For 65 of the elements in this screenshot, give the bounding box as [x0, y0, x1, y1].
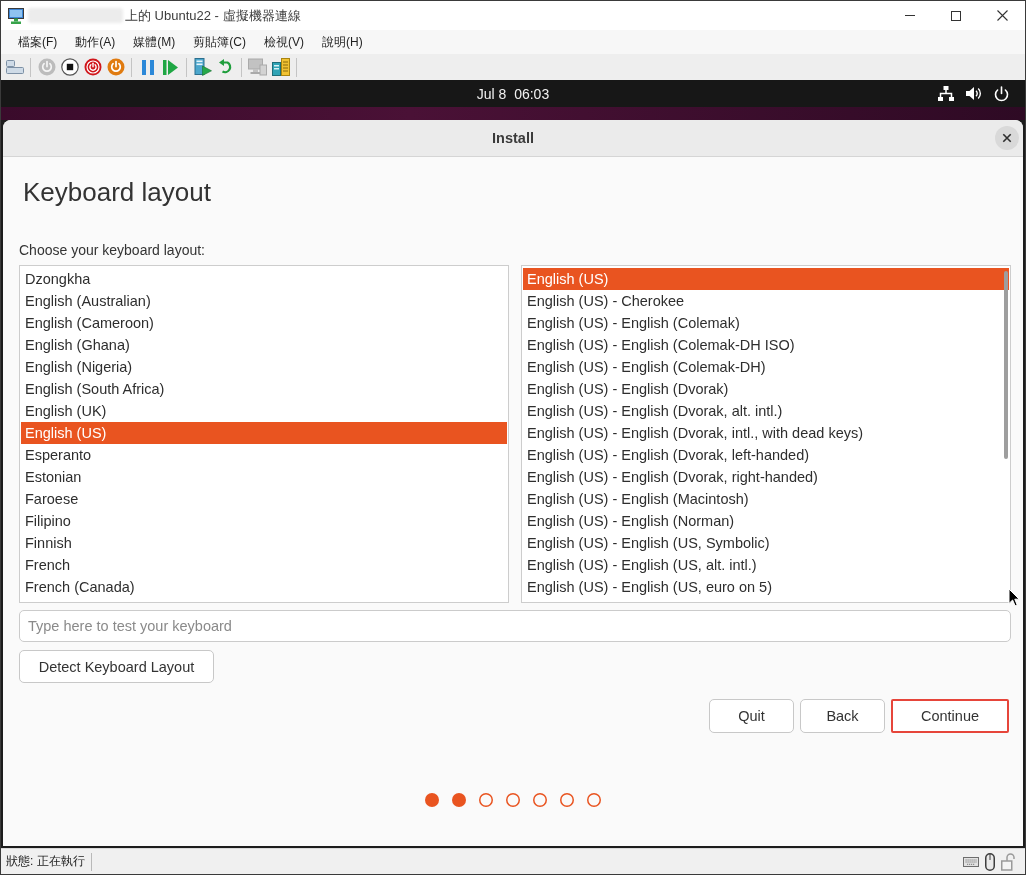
list-item[interactable]: Dzongkha: [21, 268, 507, 290]
menu-item[interactable]: 剪貼簿(C): [184, 33, 255, 51]
play-icon[interactable]: [163, 59, 178, 75]
list-item[interactable]: French: [21, 554, 507, 576]
power-icon[interactable]: [994, 85, 1009, 102]
list-item[interactable]: English (Cameroon): [21, 312, 507, 334]
list-item[interactable]: Filipino: [21, 510, 507, 532]
list-item[interactable]: English (US) - Cherokee: [523, 290, 1009, 312]
page-heading: Keyboard layout: [23, 177, 212, 207]
list-item[interactable]: English (Australian): [21, 290, 507, 312]
list-item[interactable]: English (US) - English (Colemak-DH ISO): [523, 334, 1009, 356]
list-item[interactable]: English (US): [21, 422, 507, 444]
clock[interactable]: Jul 8 06:03: [476, 85, 550, 102]
list-item[interactable]: English (US) - English (Norman): [523, 510, 1009, 532]
server-icon[interactable]: [271, 58, 290, 76]
dialog-button[interactable]: Back: [800, 699, 885, 733]
stop-icon[interactable]: [60, 58, 79, 76]
list-item[interactable]: English (US) - English (Colemak-DH): [523, 356, 1009, 378]
status-text: 狀態: 正在執行: [6, 853, 85, 870]
menu-item[interactable]: 媒體(M): [124, 33, 185, 51]
menu-item[interactable]: 說明(H): [313, 33, 372, 51]
detect-layout-button[interactable]: Detect Keyboard Layout: [19, 650, 214, 683]
list-item[interactable]: English (US) - English (Dvorak, right-handed): [523, 466, 1009, 488]
list-item[interactable]: Faroese: [21, 488, 507, 510]
undo-icon[interactable]: [217, 59, 234, 75]
close-icon[interactable]: [996, 10, 1008, 21]
server-play-icon[interactable]: [193, 58, 212, 76]
list-item[interactable]: French (Canada): [21, 576, 507, 598]
close-icon[interactable]: [995, 126, 1019, 150]
dialog-title: Install: [492, 130, 534, 146]
keyboard-icon: [963, 856, 979, 867]
list-item[interactable]: English (US) - English (US, Symbolic): [523, 532, 1009, 554]
window-title: 上的 Ubuntu22 - 虛擬機器連線: [125, 6, 301, 25]
list-item[interactable]: English (US) - English (US, alt. intl.): [523, 554, 1009, 576]
list-item[interactable]: English (US) - English (US, euro on 5): [523, 576, 1009, 598]
maximize-icon[interactable]: [951, 10, 961, 21]
list-item[interactable]: English (US) - English (Colemak): [523, 312, 1009, 334]
list-item[interactable]: English (Ghana): [21, 334, 507, 356]
dialog-button[interactable]: Quit: [709, 699, 794, 733]
prompt-label: Choose your keyboard layout:: [19, 241, 206, 259]
test-input-field[interactable]: Type here to test your keyboard: [19, 610, 1011, 642]
list-item[interactable]: English (UK): [21, 400, 507, 422]
pause-icon[interactable]: [141, 59, 154, 75]
keys-icon[interactable]: [5, 60, 24, 74]
list-item[interactable]: English (US) - English (Dvorak): [523, 378, 1009, 400]
list-item[interactable]: Esperanto: [21, 444, 507, 466]
monitor-icon: [8, 7, 24, 24]
list-item[interactable]: English (US) - English (Dvorak, left-handed): [523, 444, 1009, 466]
menu-item[interactable]: 動作(A): [66, 33, 125, 51]
list-item[interactable]: English (US): [523, 268, 1009, 290]
list-item[interactable]: Estonian: [21, 466, 507, 488]
list-item[interactable]: Finnish: [21, 532, 507, 554]
mouse-icon: [985, 852, 995, 871]
padlock-icon: [1001, 852, 1015, 871]
menu-item[interactable]: 檢視(V): [255, 33, 313, 51]
volume-icon[interactable]: [966, 86, 982, 101]
scrollbar-thumb[interactable]: [1004, 271, 1008, 459]
list-item[interactable]: English (Nigeria): [21, 356, 507, 378]
list-item[interactable]: English (US) - English (Macintosh): [523, 488, 1009, 510]
list-item[interactable]: English (US) - English (Dvorak, intl., with dead keys): [523, 422, 1009, 444]
list-item[interactable]: English (US) - English (Dvorak, alt. intl.): [523, 400, 1009, 422]
menu-item[interactable]: 檔案(F): [9, 33, 67, 51]
network-icon[interactable]: [938, 86, 954, 101]
dialog-button[interactable]: Continue: [891, 699, 1009, 733]
list-item[interactable]: English (South Africa): [21, 378, 507, 400]
